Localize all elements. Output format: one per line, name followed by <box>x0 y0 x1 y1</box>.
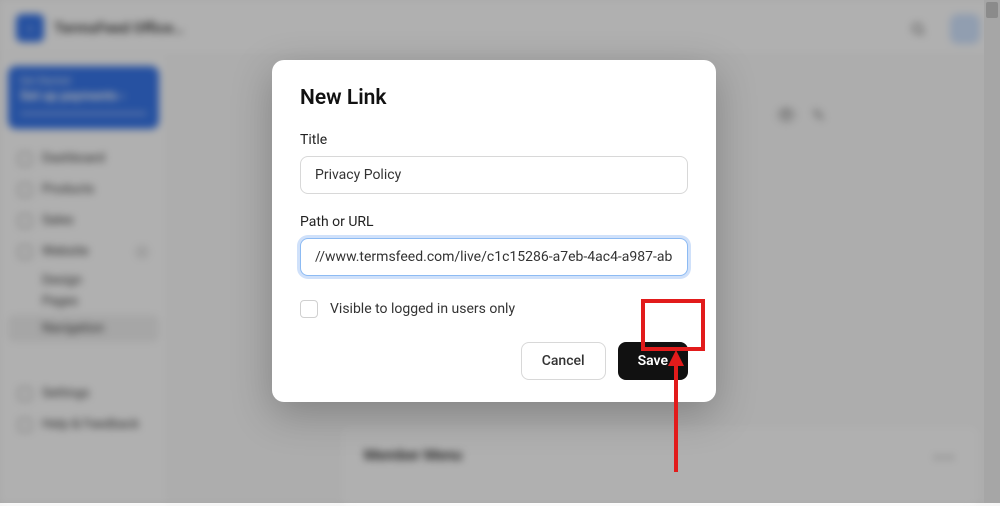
cancel-button[interactable]: Cancel <box>521 342 606 380</box>
title-label: Title <box>300 132 688 148</box>
button-row: Cancel Save <box>300 342 688 380</box>
path-label: Path or URL <box>300 214 688 230</box>
visible-checkbox[interactable] <box>300 300 318 318</box>
visible-label: Visible to logged in users only <box>330 301 515 317</box>
path-input[interactable] <box>300 238 688 276</box>
save-button[interactable]: Save <box>618 342 688 380</box>
new-link-modal: New Link Title Path or URL Visible to lo… <box>272 60 716 402</box>
title-input[interactable] <box>300 156 688 194</box>
modal-heading: New Link <box>300 86 688 110</box>
visible-row[interactable]: Visible to logged in users only <box>300 300 688 318</box>
